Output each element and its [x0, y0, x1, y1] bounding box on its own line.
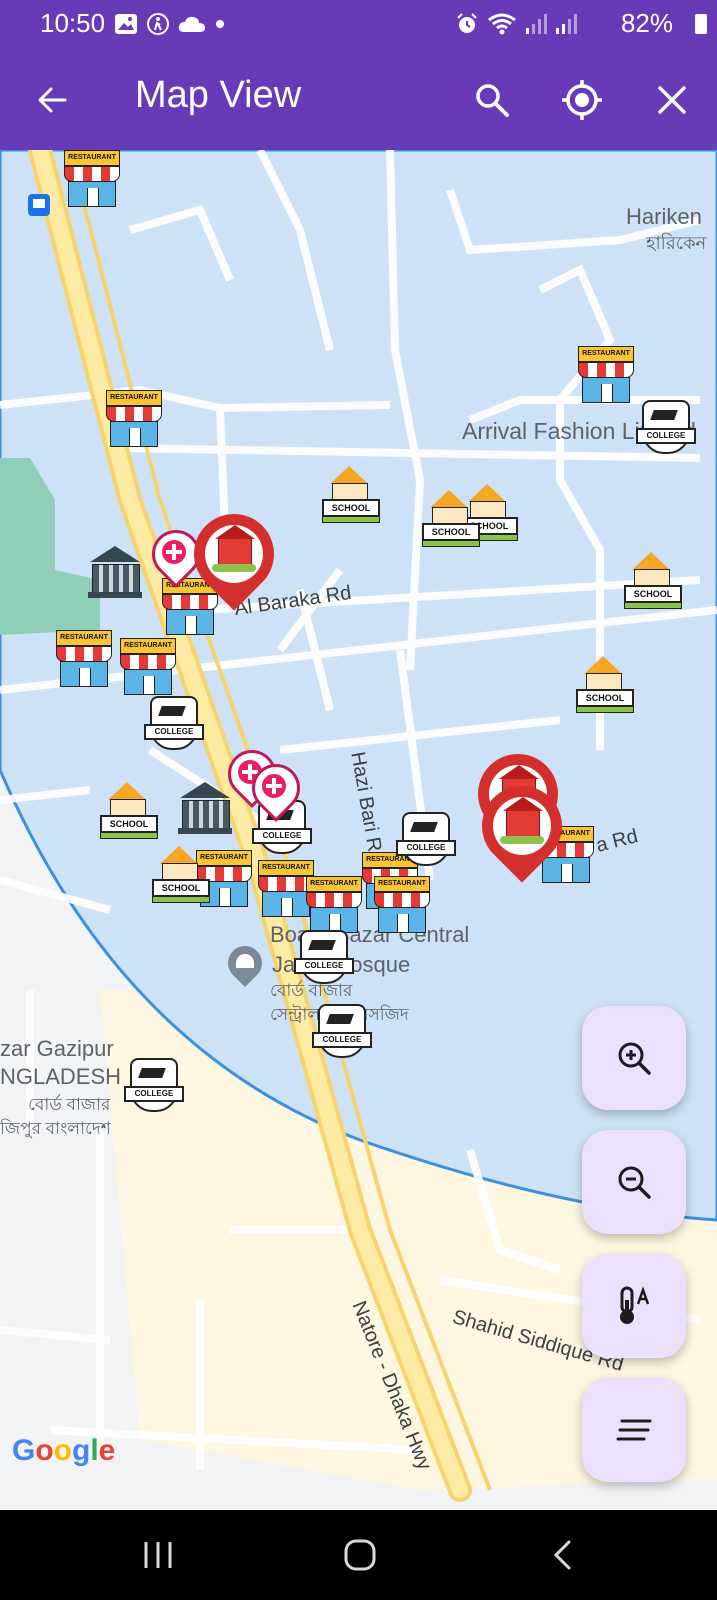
cloud-icon: [178, 16, 205, 32]
school-marker[interactable]: SCHOOL: [574, 656, 634, 714]
school-marker[interactable]: SCHOOL: [420, 490, 480, 548]
mosque-place-pin[interactable]: [220, 938, 270, 996]
place-label-gazipur-bn-2: জিপুর বাংলাদেশ: [0, 1119, 111, 1138]
close-button[interactable]: [644, 72, 700, 128]
restaurant-marker[interactable]: RESTAURANT: [304, 876, 362, 936]
signal-icon: [556, 14, 577, 34]
school-marker[interactable]: SCHOOL: [320, 466, 380, 524]
system-nav-bar: [0, 1510, 717, 1600]
restaurant-marker[interactable]: RESTAURANT: [54, 630, 112, 690]
accessibility-icon: [147, 13, 169, 35]
recent-apps-icon: [144, 1542, 172, 1568]
home-location-pin[interactable]: [177, 497, 291, 618]
hospital-marker[interactable]: [142, 520, 210, 588]
my-location-button[interactable]: [554, 72, 610, 128]
restaurant-marker[interactable]: RESTAURANT: [372, 876, 430, 936]
place-label-hariken-bn: হারিকেন: [646, 233, 707, 253]
page-title: Map View: [135, 74, 302, 116]
place-label-gazipur-2: NGLADESH: [0, 1064, 122, 1089]
search-icon: [476, 84, 509, 117]
home-location-pin[interactable]: [465, 769, 579, 890]
restaurant-marker[interactable]: RESTAURANT: [104, 390, 162, 450]
home-button[interactable]: [330, 1530, 390, 1580]
menu-lines-icon: [616, 1419, 652, 1441]
app-bar: Map View: [0, 48, 717, 150]
arrow-back-icon: [38, 87, 67, 113]
restaurant-marker[interactable]: RESTAURANT: [576, 346, 634, 406]
college-marker[interactable]: COLLEGE: [124, 1058, 184, 1116]
home-icon: [344, 1539, 376, 1571]
place-label-gazipur-bn: বোর্ড বাজার: [28, 1095, 111, 1114]
status-time: 10:50: [40, 8, 106, 38]
place-label-hariken: Hariken: [626, 204, 702, 229]
museum-marker[interactable]: [86, 546, 144, 602]
signal-icon: [526, 14, 547, 34]
college-marker[interactable]: COLLEGE: [636, 400, 696, 458]
college-marker[interactable]: COLLEGE: [312, 1004, 372, 1062]
back-button[interactable]: [24, 72, 80, 128]
school-marker[interactable]: SCHOOL: [98, 782, 158, 840]
dot-icon: [216, 20, 224, 28]
battery-level: 82%: [620, 8, 673, 38]
image-icon: [115, 14, 137, 34]
school-marker[interactable]: SCHOOL: [150, 846, 210, 904]
place-label-gazipur: zar Gazipur: [0, 1036, 114, 1061]
restaurant-marker[interactable]: RESTAURANT: [118, 638, 176, 698]
back-icon: [553, 1540, 571, 1570]
alarm-icon: [457, 13, 477, 33]
temperature-button[interactable]: [582, 1254, 686, 1358]
college-marker[interactable]: COLLEGE: [294, 930, 354, 988]
zoom-out-icon: [618, 1166, 651, 1199]
google-logo: Google: [12, 1434, 116, 1467]
close-icon: [658, 86, 686, 114]
zoom-in-button[interactable]: [582, 1006, 686, 1110]
battery-icon: [695, 14, 707, 34]
status-bar: 10:50 82%: [0, 0, 717, 48]
restaurant-marker[interactable]: RESTAURANT: [62, 150, 120, 210]
temperature-icon: [620, 1286, 650, 1324]
zoom-in-icon: [618, 1042, 651, 1075]
status-right-icons: [455, 12, 577, 36]
college-marker[interactable]: COLLEGE: [144, 696, 204, 754]
nav-back-button[interactable]: [532, 1530, 592, 1580]
wifi-icon: [488, 13, 516, 35]
search-button[interactable]: [464, 72, 520, 128]
status-left-icons: [114, 12, 226, 36]
zoom-out-button[interactable]: [582, 1130, 686, 1234]
hospital-marker[interactable]: [242, 754, 310, 822]
menu-button[interactable]: [582, 1378, 686, 1482]
school-marker[interactable]: SCHOOL: [622, 552, 682, 610]
my-location-icon: [562, 80, 602, 120]
college-marker[interactable]: COLLEGE: [396, 812, 456, 870]
recent-apps-button[interactable]: [128, 1530, 188, 1580]
museum-marker[interactable]: [176, 782, 234, 838]
